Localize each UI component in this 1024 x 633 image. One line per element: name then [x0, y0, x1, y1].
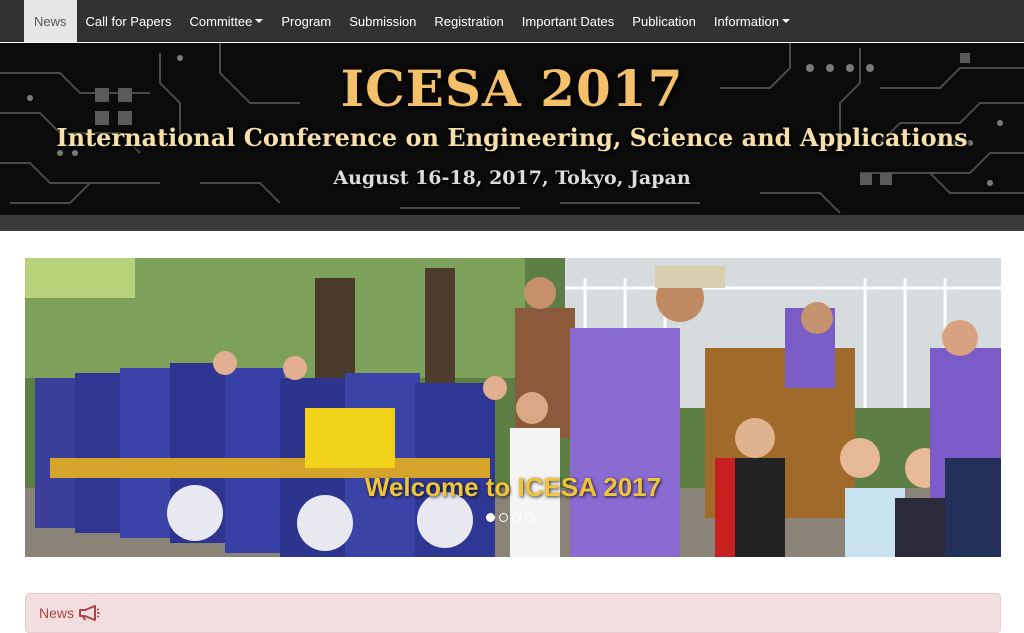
nav-item-committee[interactable]: Committee [181, 0, 273, 42]
nav-item-label: Call for Papers [85, 13, 172, 29]
carousel-indicator-1[interactable] [486, 513, 495, 522]
nav-item-label: Program [281, 13, 332, 29]
nav-item-publication[interactable]: Publication [623, 0, 705, 42]
news-panel: News [25, 593, 1001, 633]
carousel-indicators [486, 513, 534, 522]
nav-item-label: Publication [632, 13, 696, 29]
conference-title: ICESA 2017 [340, 59, 684, 118]
nav-item-label: Committee [189, 13, 253, 29]
caret-down-icon [255, 19, 264, 23]
news-heading-label: News [39, 605, 75, 621]
nav-item-label: News [34, 13, 67, 29]
megaphone-icon [79, 605, 101, 621]
carousel-indicator-4[interactable] [525, 513, 534, 522]
conference-banner: ICESA 2017 International Conference on E… [0, 43, 1024, 215]
nav-item-information[interactable]: Information [705, 0, 799, 42]
banner-bottom-strip [0, 215, 1024, 231]
nav-item-important-dates[interactable]: Important Dates [513, 0, 624, 42]
nav-item-label: Registration [434, 13, 504, 29]
conference-subtitle: International Conference on Engineering,… [56, 123, 968, 152]
nav-menu: News Call for Papers Committee Program S… [0, 0, 1024, 42]
carousel-indicator-2[interactable] [499, 513, 508, 522]
nav-item-news[interactable]: News [24, 0, 77, 42]
carousel-caption: Welcome to ICESA 2017 [364, 472, 662, 502]
nav-item-program[interactable]: Program [272, 0, 340, 42]
image-carousel[interactable]: Welcome to ICESA 2017 [25, 258, 1001, 557]
news-panel-heading: News [39, 605, 101, 621]
nav-item-label: Information [713, 13, 779, 29]
nav-item-registration[interactable]: Registration [425, 0, 512, 42]
nav-item-label: Important Dates [521, 13, 615, 29]
nav-item-call-for-papers[interactable]: Call for Papers [77, 0, 181, 42]
carousel-indicator-3[interactable] [512, 513, 521, 522]
top-navbar: News Call for Papers Committee Program S… [0, 0, 1024, 42]
nav-item-label: Submission [349, 13, 417, 29]
nav-item-submission[interactable]: Submission [340, 0, 425, 42]
caret-down-icon [781, 19, 790, 23]
conference-date-location: August 16-18, 2017, Tokyo, Japan [333, 167, 691, 189]
